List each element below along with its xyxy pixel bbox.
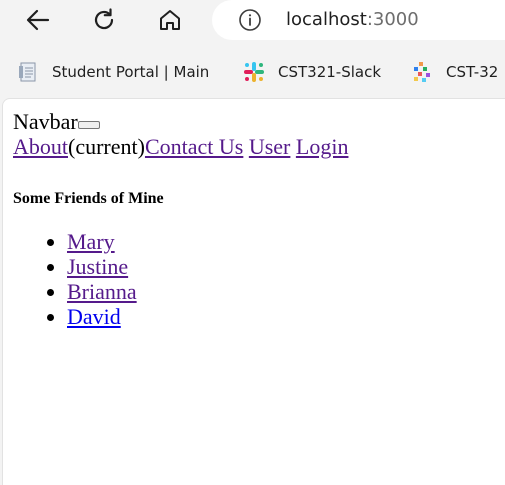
navbar-brand[interactable]: Navbar (13, 109, 78, 134)
bookmark-cst321-slack[interactable]: CST321-Slack (242, 60, 381, 84)
bookmark-label: Student Portal | Main (52, 63, 210, 81)
friends-list: Mary Justine Brianna David (13, 229, 503, 329)
bookmark-cst-32[interactable]: CST-32 (410, 60, 498, 84)
list-item: Brianna (67, 279, 503, 304)
friend-link-mary[interactable]: Mary (67, 229, 115, 254)
address-bar[interactable]: localhost:3000 (212, 0, 505, 40)
url-host: localhost (286, 9, 367, 30)
friend-link-justine[interactable]: Justine (67, 254, 128, 279)
nav-link-contact[interactable]: Contact Us (145, 134, 243, 159)
document-icon (16, 60, 40, 84)
friend-link-david[interactable]: David (67, 304, 121, 329)
browser-chrome: localhost:3000 Student Portal | Main CST… (0, 0, 505, 98)
current-marker: (current) (68, 134, 145, 159)
bookmark-student-portal[interactable]: Student Portal | Main (16, 60, 209, 84)
page-content: Navbar About(current)Contact Us User Log… (2, 98, 505, 485)
nav-link-about[interactable]: About (13, 134, 68, 159)
home-button[interactable] (152, 2, 188, 38)
nav-links: About(current)Contact Us User Login (13, 134, 503, 159)
multicolor-logo-icon (410, 60, 434, 84)
back-button[interactable] (20, 2, 56, 38)
browser-toolbar: localhost:3000 (0, 0, 505, 40)
navbar-toggler-button[interactable] (77, 121, 100, 129)
nav-link-login[interactable]: Login (296, 134, 349, 159)
list-item: Mary (67, 229, 503, 254)
page-inner: Navbar About(current)Contact Us User Log… (13, 109, 503, 329)
bookmark-label: CST-32 (446, 63, 499, 81)
info-icon[interactable] (238, 8, 262, 32)
back-arrow-icon (26, 9, 50, 31)
friends-heading: Some Friends of Mine (13, 190, 164, 207)
reload-icon (94, 8, 114, 30)
reload-button[interactable] (86, 2, 122, 38)
friend-link-brianna[interactable]: Brianna (67, 279, 137, 304)
list-item: Justine (67, 254, 503, 279)
bookmarks-bar: Student Portal | Main CST321-Slack CST-3… (0, 52, 505, 92)
home-icon (160, 10, 180, 30)
navbar: Navbar (13, 109, 503, 134)
list-item: David (67, 304, 503, 329)
url-text[interactable]: localhost:3000 (286, 9, 419, 31)
url-port: :3000 (366, 9, 419, 30)
bookmark-label: CST321-Slack (278, 63, 382, 81)
slack-icon (242, 60, 266, 84)
nav-link-user[interactable]: User (249, 134, 291, 159)
